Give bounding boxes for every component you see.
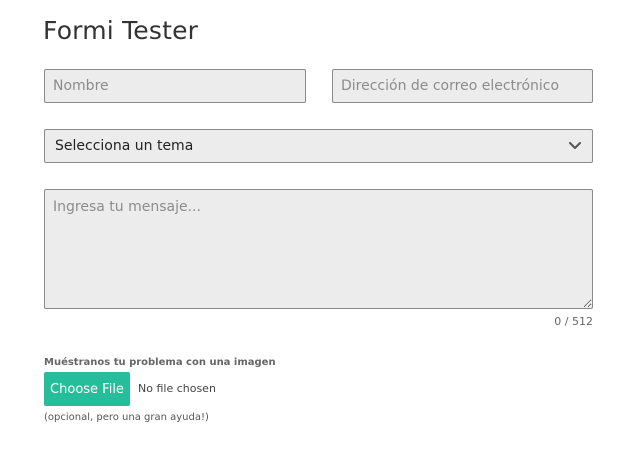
page-title: Formi Tester xyxy=(43,16,199,45)
topic-select-value: Selecciona un tema xyxy=(55,138,194,154)
choose-file-button[interactable]: Choose File xyxy=(44,372,130,406)
chevron-down-icon xyxy=(568,139,582,153)
message-textarea[interactable] xyxy=(44,189,593,309)
topic-select[interactable]: Selecciona un tema xyxy=(44,129,593,163)
email-input[interactable] xyxy=(332,69,593,103)
contact-form-page: Formi Tester Selecciona un tema 0 / 512 … xyxy=(0,0,640,458)
image-upload-label: Muéstranos tu problema con una imagen xyxy=(44,357,276,368)
upload-helper-text: (opcional, pero una gran ayuda!) xyxy=(44,412,209,423)
file-status-text: No file chosen xyxy=(138,382,216,395)
name-input[interactable] xyxy=(44,69,306,103)
character-counter: 0 / 512 xyxy=(554,315,593,328)
